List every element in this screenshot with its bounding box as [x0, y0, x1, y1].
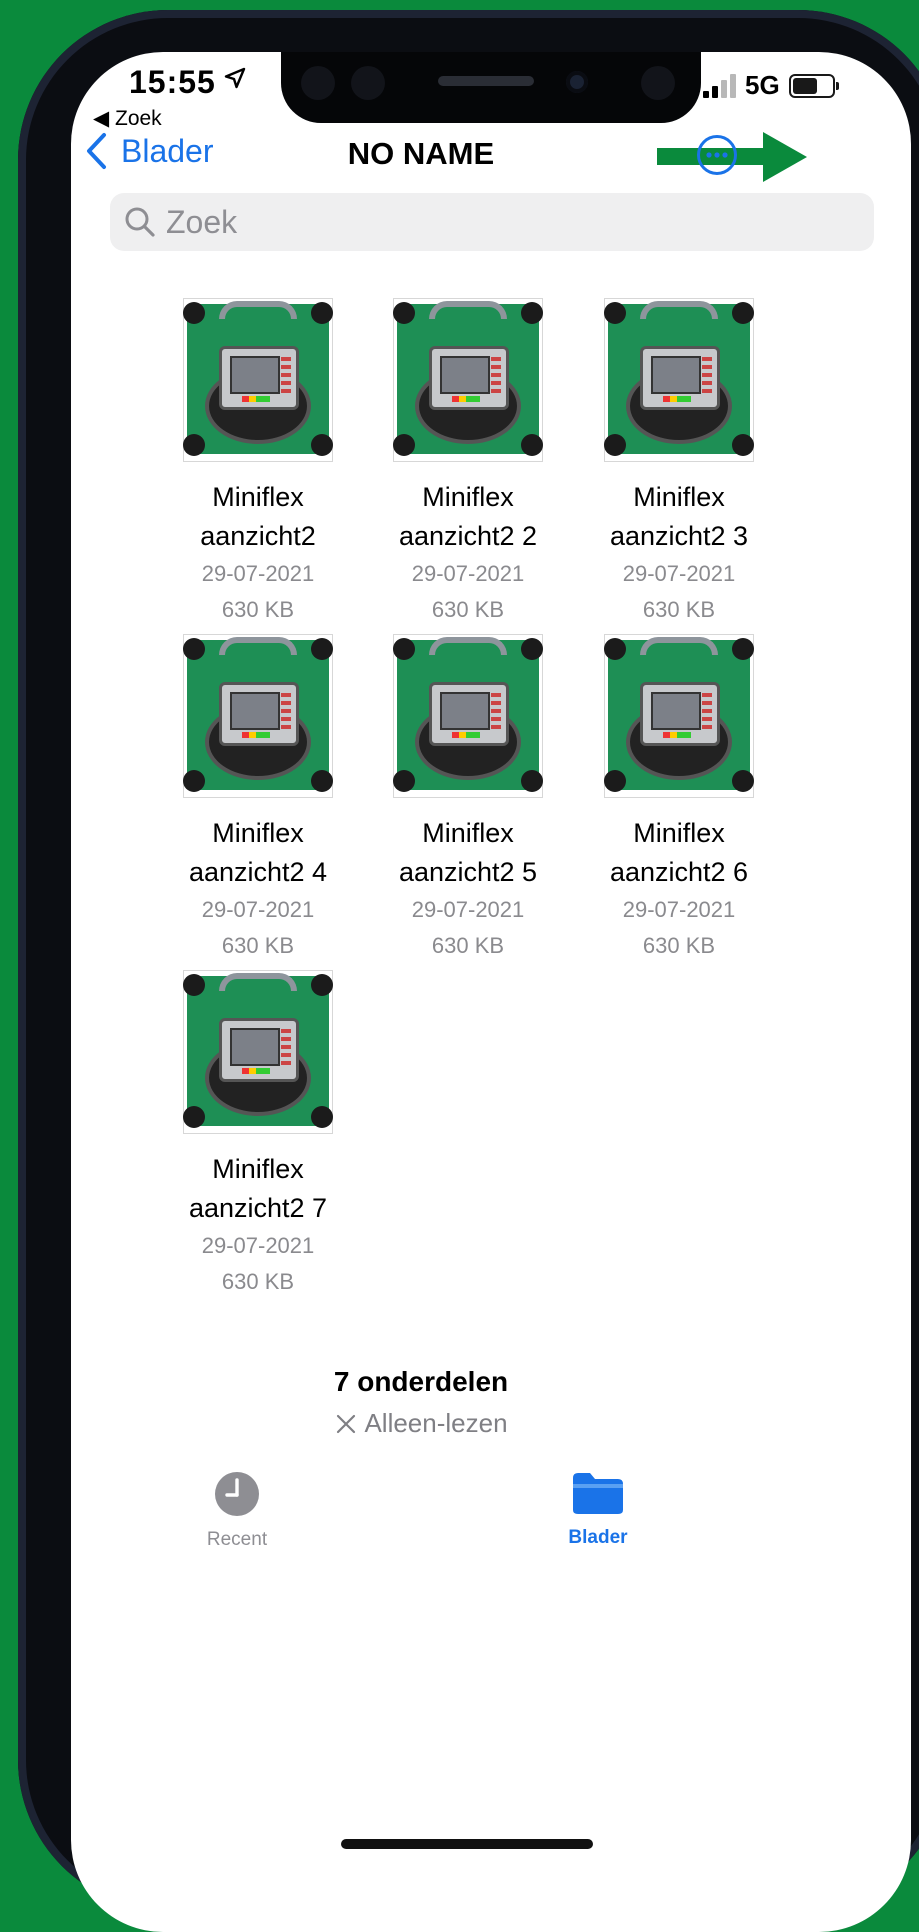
battery-icon — [788, 73, 839, 98]
location-arrow-icon — [224, 67, 246, 89]
more-options-icon[interactable] — [696, 134, 738, 176]
search-input[interactable]: Zoek — [166, 204, 237, 241]
signal-icon — [703, 73, 736, 98]
file-date: 29-07-2021 — [201, 897, 315, 922]
file-name-line-1: Miniflex — [633, 482, 725, 512]
tab-blader-label: Blader — [568, 1527, 628, 1548]
search-bar[interactable]: Zoek — [110, 193, 874, 251]
clock-icon — [215, 1472, 259, 1516]
earpiece-speaker — [438, 76, 534, 86]
file-name: Miniflex aanzicht2 4 — [143, 814, 373, 892]
file-thumbnail — [183, 634, 333, 798]
file-name-line-1: Miniflex — [212, 818, 304, 848]
file-item[interactable]: Miniflex aanzicht2 29-07-2021 630 KB — [143, 298, 373, 628]
file-name-line-2: aanzicht2 4 — [188, 857, 328, 887]
file-item[interactable]: Miniflex aanzicht2 5 29-07-2021 630 KB — [353, 634, 583, 964]
file-item[interactable]: Miniflex aanzicht2 2 29-07-2021 630 KB — [353, 298, 583, 628]
file-item[interactable]: Miniflex aanzicht2 6 29-07-2021 630 KB — [564, 634, 794, 964]
file-size: 630 KB — [221, 933, 295, 958]
readonly-status: Alleen-lezen — [71, 1408, 771, 1439]
network-type: 5G — [745, 70, 780, 100]
file-thumbnail — [604, 298, 754, 462]
file-size: 630 KB — [642, 933, 716, 958]
status-back-to-app[interactable]: ◀ Zoek — [93, 106, 162, 131]
status-indicators: 5G — [703, 70, 839, 101]
file-date: 29-07-2021 — [201, 561, 315, 586]
tab-recent-label: Recent — [206, 1529, 268, 1550]
file-name-line-1: Miniflex — [212, 482, 304, 512]
file-date: 29-07-2021 — [411, 897, 525, 922]
file-item[interactable]: Miniflex aanzicht2 3 29-07-2021 630 KB — [564, 298, 794, 628]
file-thumbnail — [183, 970, 333, 1134]
status-time: 15:55 — [129, 64, 216, 100]
file-size: 630 KB — [431, 597, 505, 622]
file-size: 630 KB — [642, 597, 716, 622]
file-name-line-1: Miniflex — [633, 818, 725, 848]
search-icon — [125, 207, 155, 237]
sensor-dot — [301, 66, 335, 100]
file-name-line-2: aanzicht2 — [200, 521, 316, 551]
sensor-dot — [641, 66, 675, 100]
file-name-line-1: Miniflex — [422, 482, 514, 512]
file-name-line-2: aanzicht2 6 — [609, 857, 749, 887]
file-name-line-1: Miniflex — [422, 818, 514, 848]
notch — [281, 52, 701, 123]
back-triangle-icon: ◀ — [93, 107, 110, 130]
status-back-label: Zoek — [115, 107, 162, 130]
file-name-line-1: Miniflex — [212, 1154, 304, 1184]
file-name: Miniflex aanzicht2 2 — [353, 478, 583, 556]
file-size: 630 KB — [221, 1269, 295, 1294]
file-thumbnail — [393, 298, 543, 462]
file-name: Miniflex aanzicht2 6 — [564, 814, 794, 892]
file-name: Miniflex aanzicht2 5 — [353, 814, 583, 892]
home-indicator[interactable] — [341, 1839, 593, 1849]
file-date: 29-07-2021 — [201, 1233, 315, 1258]
file-item[interactable]: Miniflex aanzicht2 7 29-07-2021 630 KB — [143, 970, 373, 1300]
file-date: 29-07-2021 — [411, 561, 525, 586]
file-item[interactable]: Miniflex aanzicht2 4 29-07-2021 630 KB — [143, 634, 373, 964]
file-thumbnail — [604, 634, 754, 798]
file-thumbnail — [393, 634, 543, 798]
file-name: Miniflex aanzicht2 — [143, 478, 373, 556]
file-size: 630 KB — [221, 597, 295, 622]
folder-icon — [573, 1473, 623, 1514]
item-count: 7 onderdelen — [333, 1366, 509, 1397]
file-name: Miniflex aanzicht2 7 — [143, 1150, 373, 1228]
front-camera — [566, 71, 588, 93]
readonly-label: Alleen-lezen — [364, 1408, 508, 1438]
tab-blader[interactable]: Blader — [538, 1470, 658, 1549]
file-name-line-2: aanzicht2 5 — [398, 857, 538, 887]
file-thumbnail — [183, 298, 333, 462]
file-size: 630 KB — [431, 933, 505, 958]
tab-recent[interactable]: Recent — [177, 1470, 297, 1551]
file-date: 29-07-2021 — [622, 561, 736, 586]
phone-frame: 15:55 ◀ Zoek 5G Blader NO NAME Zoek Mini… — [18, 10, 919, 1932]
sensor-dot — [351, 66, 385, 100]
file-name-line-2: aanzicht2 7 — [188, 1193, 328, 1223]
file-date: 29-07-2021 — [622, 897, 736, 922]
file-name: Miniflex aanzicht2 3 — [564, 478, 794, 556]
file-name-line-2: aanzicht2 3 — [609, 521, 749, 551]
pencil-slash-icon — [337, 1414, 356, 1433]
screen: 15:55 ◀ Zoek 5G Blader NO NAME Zoek Mini… — [71, 52, 911, 1932]
file-name-line-2: aanzicht2 2 — [398, 521, 538, 551]
